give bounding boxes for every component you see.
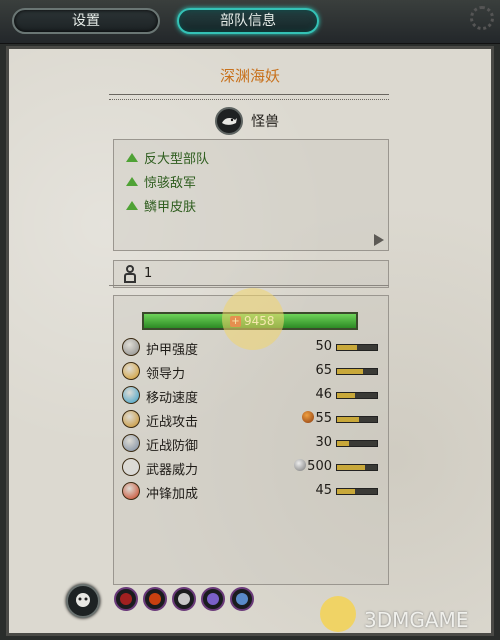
stat-bar: [336, 392, 378, 399]
ability-glyph: [149, 593, 161, 605]
ability-icon-2[interactable]: [143, 587, 167, 611]
attribute-item[interactable]: 惊骇敌军: [126, 172, 196, 191]
stat-value: 500: [272, 459, 332, 474]
stat-row[interactable]: 移动速度 46: [122, 386, 378, 406]
unit-portrait-icon[interactable]: [66, 584, 100, 618]
melee-defence-icon: [122, 434, 140, 452]
stat-value-text: 45: [315, 483, 332, 498]
stat-value-text: 65: [315, 363, 332, 378]
unit-name: 深渊海妖: [219, 67, 280, 85]
stat-row[interactable]: 近战防御 30: [122, 434, 378, 454]
leadership-icon: [122, 362, 140, 380]
attribute-item[interactable]: 鳞甲皮肤: [126, 196, 196, 215]
ability-icon-1[interactable]: [114, 587, 138, 611]
stat-bar-fill: [337, 393, 356, 398]
weapon-strength-icon: [122, 458, 140, 476]
stat-value: 46: [272, 387, 332, 402]
unit-category: 怪兽: [251, 114, 279, 130]
stat-label: 近战防御: [146, 439, 199, 454]
stat-value-text: 50: [315, 339, 332, 354]
fire-damage-icon: [302, 411, 315, 423]
stat-bar-fill: [337, 465, 365, 470]
stat-value: 30: [272, 435, 332, 450]
watermark-logo-icon: [320, 596, 356, 632]
stat-value-text: 30: [315, 435, 332, 450]
stat-row[interactable]: 武器威力 500: [122, 458, 378, 478]
stat-bar: [336, 440, 378, 447]
stat-bar: [336, 464, 378, 471]
stat-bar-fill: [337, 345, 357, 350]
speed-icon: [122, 386, 140, 404]
tab-settings[interactable]: 设置: [12, 8, 160, 34]
ability-glyph: [120, 593, 132, 605]
tab-unit-info[interactable]: 部队信息: [177, 8, 319, 34]
ability-glyph: [178, 593, 190, 605]
stat-value-text: 55: [315, 411, 332, 426]
stat-bar-fill: [337, 369, 363, 374]
stat-label: 近战攻击: [146, 415, 199, 430]
stat-value: 65: [272, 363, 332, 378]
person-icon: [124, 265, 136, 283]
watermark-mascot-icon: [222, 288, 284, 350]
charge-bonus-icon: [122, 482, 140, 500]
stat-bar: [336, 416, 378, 423]
section-divider: [109, 285, 389, 287]
unit-size-value: 1: [144, 266, 153, 281]
stat-bar: [336, 368, 378, 375]
ability-glyph: [207, 593, 219, 605]
stat-value-text: 46: [315, 387, 332, 402]
armor-piercing-icon: [294, 459, 307, 471]
up-triangle-icon: [126, 201, 138, 210]
stat-label: 冲锋加成: [146, 487, 199, 502]
stat-label: 武器威力: [146, 463, 199, 478]
stat-label: 护甲强度: [146, 343, 199, 358]
up-triangle-icon: [126, 177, 138, 186]
stat-row[interactable]: 领导力 65: [122, 362, 378, 382]
stat-label: 移动速度: [146, 391, 199, 406]
stat-bar-fill: [337, 489, 355, 494]
up-triangle-icon: [126, 153, 138, 162]
attribute-item[interactable]: 反大型部队: [126, 148, 209, 167]
stat-label: 领导力: [146, 367, 186, 382]
ability-icon-3[interactable]: [172, 587, 196, 611]
ornament-icon: [470, 6, 494, 30]
title-divider: [109, 94, 389, 100]
monster-icon: [215, 107, 243, 135]
armor-icon: [122, 338, 140, 356]
ability-icon-5[interactable]: [230, 587, 254, 611]
expand-arrow-icon[interactable]: [374, 234, 384, 246]
stat-value-text: 500: [307, 459, 332, 474]
melee-attack-icon: [122, 410, 140, 428]
top-bar: 设置 部队信息: [0, 0, 500, 44]
stat-row[interactable]: 冲锋加成 45: [122, 482, 378, 502]
watermark-text: 3DMGAME: [364, 608, 469, 632]
stat-value: 55: [272, 411, 332, 426]
unit-size-row: 1: [113, 260, 389, 288]
ability-glyph: [236, 593, 248, 605]
stat-value: 45: [272, 483, 332, 498]
stat-bar: [336, 344, 378, 351]
stat-value: 50: [272, 339, 332, 354]
stat-row[interactable]: 近战攻击 55: [122, 410, 378, 430]
stat-bar-fill: [337, 417, 359, 422]
stat-bar-fill: [337, 441, 349, 446]
attributes-list: 反大型部队 惊骇敌军 鳞甲皮肤: [113, 139, 389, 251]
ability-icon-4[interactable]: [201, 587, 225, 611]
stat-bar: [336, 488, 378, 495]
